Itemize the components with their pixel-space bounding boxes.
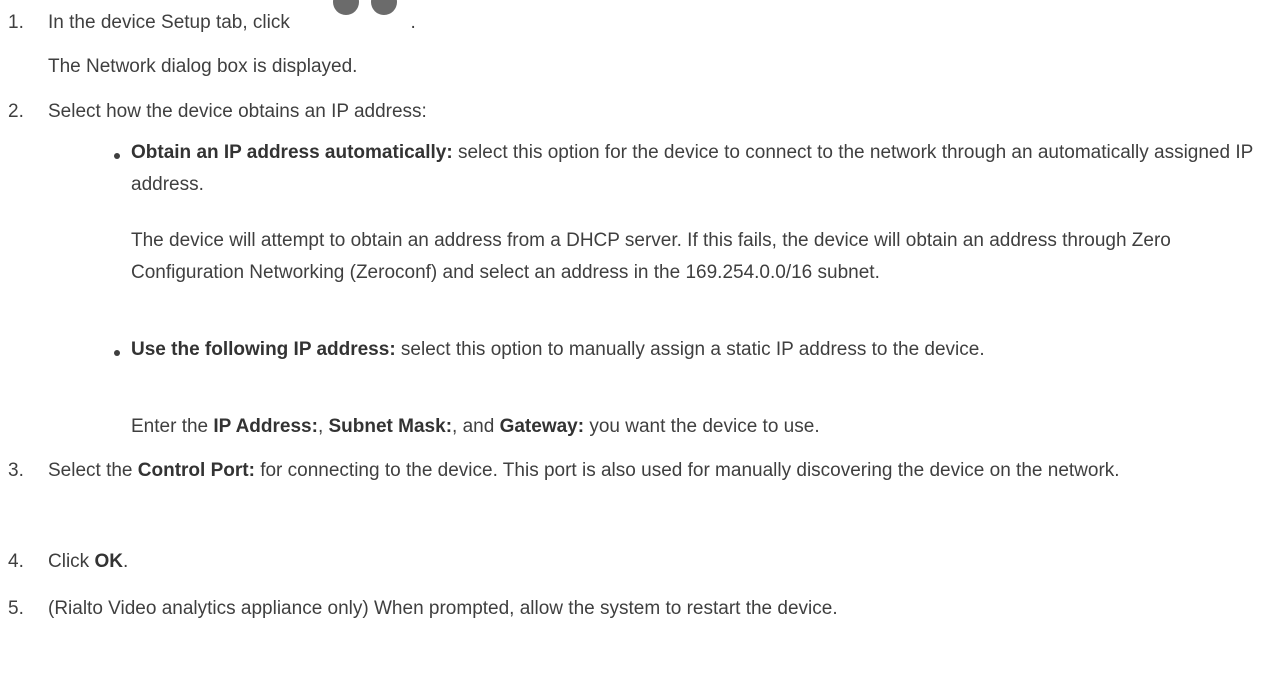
step-text: In the device Setup tab, click . [48, 0, 1268, 39]
step-text-after: for connecting to the device. This port … [254, 460, 1120, 481]
step-number: 4. [8, 551, 24, 572]
network-settings-icon[interactable] [295, 0, 405, 27]
step-text: Select the Control Port: for connecting … [48, 455, 1268, 487]
step-4: 4. Click OK. [8, 546, 1268, 578]
bullet-icon [114, 350, 120, 356]
detail-text: you want the device to use. [584, 416, 820, 437]
ip-address-label: IP Address: [213, 416, 318, 437]
step-number: 1. [8, 12, 24, 33]
icon-shape-left [333, 0, 360, 15]
step-number: 2. [8, 101, 24, 122]
ok-label: OK [94, 551, 123, 572]
step-text-after: . [410, 12, 416, 33]
control-port-label: Control Port: [137, 460, 255, 481]
step-number: 3. [8, 460, 24, 481]
step-1-result: The Network dialog box is displayed. [48, 56, 358, 77]
step-text-after: . [122, 551, 129, 572]
option-static: Use the following IP address: select thi… [131, 334, 1261, 366]
step-text: Click OK. [48, 546, 1268, 578]
option-text: select this option to manually assign a … [395, 339, 985, 360]
step-1: 1. In the device Setup tab, click . [8, 0, 1268, 39]
step-5: 5. (Rialto Video analytics appliance onl… [8, 593, 1268, 625]
step-number: 5. [8, 598, 24, 619]
bullet-icon [114, 153, 120, 159]
option-static-detail: Enter the IP Address:, Subnet Mask:, and… [131, 411, 1261, 443]
step-2: 2. Select how the device obtains an IP a… [8, 96, 1268, 128]
step-text-before: In the device Setup tab, click [48, 12, 290, 33]
option-automatic-detail: The device will attempt to obtain an add… [131, 230, 1171, 283]
detail-text: , and [452, 416, 500, 437]
step-text-before: Click [48, 551, 95, 572]
subnet-mask-label: Subnet Mask: [328, 416, 453, 437]
step-text: Select how the device obtains an IP addr… [48, 101, 427, 122]
step-text-before: Select the [48, 460, 138, 481]
step-3: 3. Select the Control Port: for connecti… [8, 455, 1268, 487]
step-text: (Rialto Video analytics appliance only) … [48, 598, 838, 619]
option-automatic: Obtain an IP address automatically: sele… [131, 137, 1261, 201]
option-label: Obtain an IP address automatically: [131, 142, 453, 163]
detail-text: Enter the [131, 416, 214, 437]
detail-text: , [317, 416, 329, 437]
option-label: Use the following IP address: [131, 339, 396, 360]
gateway-label: Gateway: [499, 416, 585, 437]
icon-shape-right [371, 0, 398, 15]
